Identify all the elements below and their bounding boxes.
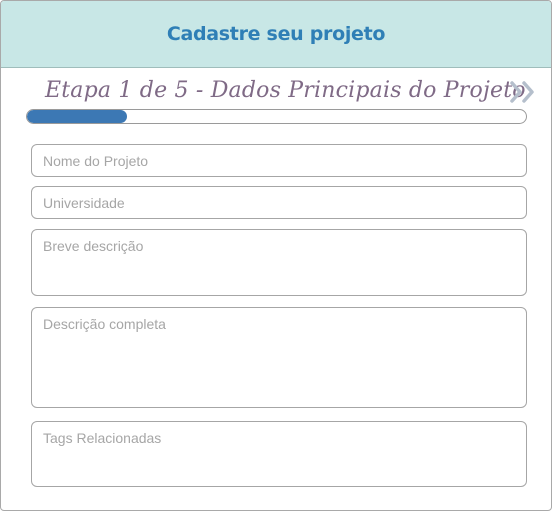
related-tags-textarea[interactable] — [31, 421, 527, 487]
project-name-input[interactable] — [31, 144, 527, 177]
step-title: Etapa 1 de 5 - Dados Principais do Proje… — [45, 78, 526, 103]
page-title: Cadastre seu projeto — [166, 23, 386, 45]
full-description-textarea[interactable] — [31, 307, 527, 408]
project-registration-card: Cadastre seu projeto Etapa 1 de 5 - Dado… — [0, 0, 552, 511]
double-chevron-right-icon[interactable] — [509, 79, 539, 105]
step-progress-fill — [27, 110, 127, 123]
university-input[interactable] — [31, 186, 527, 219]
step-progress-bar — [26, 109, 527, 124]
header-bar: Cadastre seu projeto — [1, 1, 551, 68]
short-description-textarea[interactable] — [31, 229, 527, 296]
